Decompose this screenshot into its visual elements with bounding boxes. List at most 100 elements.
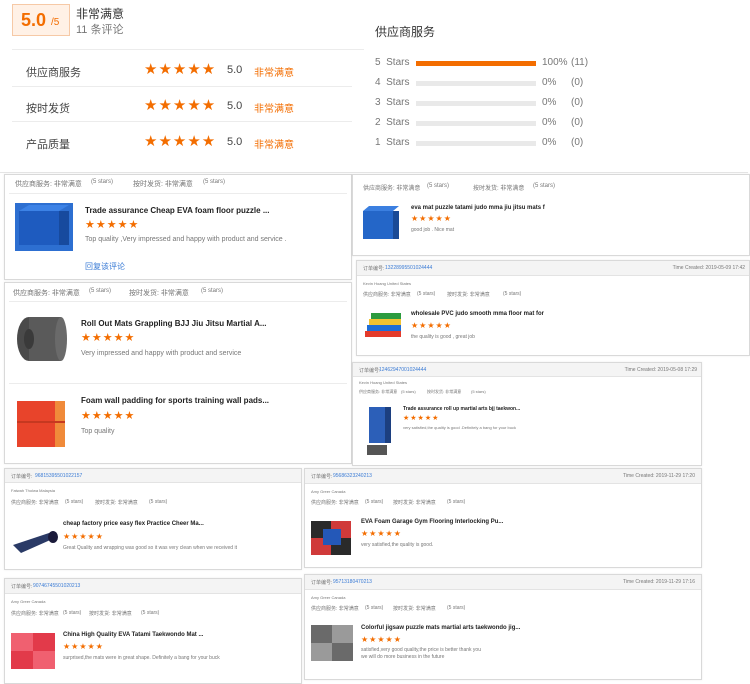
product-title[interactable]: wholesale PVC judo smooth mma floor mat … (411, 311, 544, 317)
product-thumbnail[interactable] (15, 203, 73, 251)
review-comment: very satisfied,the quality is good .Defi… (403, 425, 516, 430)
review-stars: ★★★★★ (411, 321, 452, 330)
shipping-rating-stars: (5 stars) (203, 179, 226, 185)
order-label: 订单编号: (311, 580, 333, 586)
distribution-bar (416, 121, 536, 126)
review-stars: ★★★★★ (411, 214, 452, 223)
distribution-title: 供应商服务 (375, 25, 436, 39)
order-number[interactable]: 96815395501022157 (35, 473, 82, 479)
product-thumbnail[interactable] (363, 307, 405, 347)
review-card: 订单编号: 96815395501022157 Fatwah Tholwa Ma… (4, 468, 302, 570)
review-card: 供应商服务: 非常满意 (5 stars) 按时发货: 非常满意 (5 star… (4, 282, 352, 464)
rating-value-quality: 5.0 (227, 136, 243, 148)
shipping-rating-text: 按时发货: 非常满意 (393, 500, 436, 506)
review-comment: the quality is good , great job (411, 334, 475, 340)
distribution-percent: 0% (542, 77, 557, 88)
rating-verdict-supplier: 非常满意 (254, 68, 294, 79)
product-title[interactable]: Trade assurance Cheap EVA foam floor puz… (85, 206, 270, 215)
product-thumbnail[interactable] (309, 515, 355, 559)
rating-verdict-quality: 非常满意 (254, 140, 294, 151)
buyer-info: Amy Greer Canada (11, 599, 46, 604)
buyer-info: Fatwah Tholwa Malaysia (11, 488, 55, 493)
order-label: 订单编号: (359, 368, 381, 374)
shipping-rating-stars: (5 stars) (141, 610, 160, 616)
product-title[interactable]: Roll Out Mats Grappling BJJ Jiu Jitsu Ma… (81, 319, 267, 328)
order-label: 订单编号: (363, 266, 385, 272)
product-thumbnail[interactable] (11, 393, 71, 453)
review-comment: satisfied,very good quality,the price is… (361, 647, 481, 653)
order-number[interactable]: 90746745501020213 (33, 583, 80, 589)
shipping-rating-text: 按时发货: 非常满意 (473, 186, 525, 192)
supplier-rating-text: 供应商服务: 非常满意 (11, 500, 59, 506)
distribution-label: 1 Stars (375, 137, 410, 148)
buyer-info: Amy Greer Canada (311, 489, 346, 494)
time-created: Time Created: 2019-11-29 17:16 (623, 579, 695, 585)
shipping-rating-text: 按时发货: 非常满意 (393, 606, 436, 612)
order-label: 订单编号: (311, 474, 333, 480)
product-title[interactable]: Trade assurance roll up martial arts bjj… (403, 406, 520, 412)
order-number[interactable]: 12462947001024444 (379, 367, 426, 373)
product-thumbnail[interactable] (9, 525, 59, 557)
supplier-rating-stars: (5 stars) (365, 605, 384, 611)
rating-summary-panel: 5.0 /5 非常满意 11 条评论 供应商服务 ★★★★★ 5.0 非常满意 … (0, 0, 748, 173)
supplier-rating-text: 供应商服务: 非常满意 (15, 181, 82, 188)
product-thumbnail[interactable] (9, 629, 57, 673)
rating-label-shipping: 按时发货 (26, 103, 70, 115)
buyer-info: Kevin Hoang United States (359, 380, 408, 385)
score-box: 5.0 /5 (12, 4, 70, 36)
review-stars: ★★★★★ (81, 410, 136, 422)
product-title[interactable]: eva mat puzzle tatami judo mma jiu jitsu… (411, 205, 545, 211)
distribution-bar (416, 61, 536, 66)
review-stars: ★★★★★ (361, 529, 402, 538)
review-stars: ★★★★★ (403, 415, 440, 422)
review-card: 订单编号: 95686323240213 Time Created: 2019-… (304, 468, 702, 568)
product-thumbnail[interactable] (309, 621, 355, 665)
review-comment: good job . Nice mat (411, 227, 455, 233)
distribution-bar (416, 141, 536, 146)
review-comment-line2: we will do more business in the future (361, 654, 445, 660)
product-thumbnail[interactable] (363, 405, 397, 457)
supplier-rating-text: 供应商服务: 非常满意 (311, 606, 359, 612)
review-card: 供应商服务: 非常满意 (5 stars) 按时发货: 非常满意 (5 star… (352, 174, 750, 256)
order-number[interactable]: 95686323240213 (333, 473, 372, 479)
time-created: Time Created: 2019-05-09 17:42 (672, 265, 745, 271)
rating-verdict-shipping: 非常满意 (254, 104, 294, 115)
distribution-percent: 0% (542, 97, 557, 108)
distribution-percent: 0% (542, 117, 557, 128)
distribution-label: 4 Stars (375, 77, 410, 88)
product-title[interactable]: China High Quality EVA Tatami Taekwondo … (63, 632, 203, 638)
review-comment: Great Quality and wrapping was good so i… (63, 545, 237, 551)
rating-stars-shipping: ★★★★★ (144, 97, 217, 114)
supplier-rating-stars: (5 stars) (401, 389, 416, 394)
distribution-bar-fill (416, 61, 536, 66)
distribution-label: 5 Stars (375, 57, 410, 68)
review-comment: surprised,the mats were in great shape. … (63, 655, 220, 661)
supplier-rating-text: 供应商服务: 非常满意 (11, 611, 59, 617)
order-number[interactable]: 13228995501024444 (385, 265, 432, 271)
shipping-rating-text: 按时发货: 非常满意 (447, 292, 490, 298)
distribution-count: (0) (571, 77, 584, 88)
shipping-rating-text: 按时发货: 非常满意 (427, 389, 462, 394)
product-title[interactable]: Colorful jigsaw puzzle mats martial arts… (361, 625, 520, 631)
distribution-label: 3 Stars (375, 97, 410, 108)
product-title[interactable]: cheap factory price easy flex Practice C… (63, 521, 204, 527)
rating-stars-supplier: ★★★★★ (144, 61, 217, 78)
review-comment: Top quality (81, 428, 115, 435)
product-thumbnail[interactable] (361, 203, 401, 243)
distribution-bar (416, 81, 536, 86)
shipping-rating-text: 按时发货: 非常满意 (129, 290, 189, 297)
product-title[interactable]: EVA Foam Garage Gym Flooring Interlockin… (361, 519, 503, 525)
order-number[interactable]: 95713180470213 (333, 579, 372, 585)
supplier-rating-stars: (5 stars) (365, 499, 384, 505)
shipping-rating-text: 按时发货: 非常满意 (133, 181, 193, 188)
product-thumbnail[interactable] (11, 307, 71, 367)
distribution-count: (0) (571, 117, 584, 128)
overall-label: 非常满意 (76, 7, 125, 21)
review-comment: Top quality ,Very impressed and happy wi… (85, 236, 287, 243)
reply-link[interactable]: 回复该评论 (85, 261, 125, 272)
shipping-rating-stars: (5 stars) (149, 499, 168, 505)
product-title[interactable]: Foam wall padding for sports training wa… (81, 396, 269, 405)
distribution-count: (11) (571, 57, 589, 68)
order-header: 订单编号: 95713180470213 Time Created: 2019-… (305, 575, 701, 590)
order-header: 订单编号: 95686323240213 Time Created: 2019-… (305, 469, 701, 484)
